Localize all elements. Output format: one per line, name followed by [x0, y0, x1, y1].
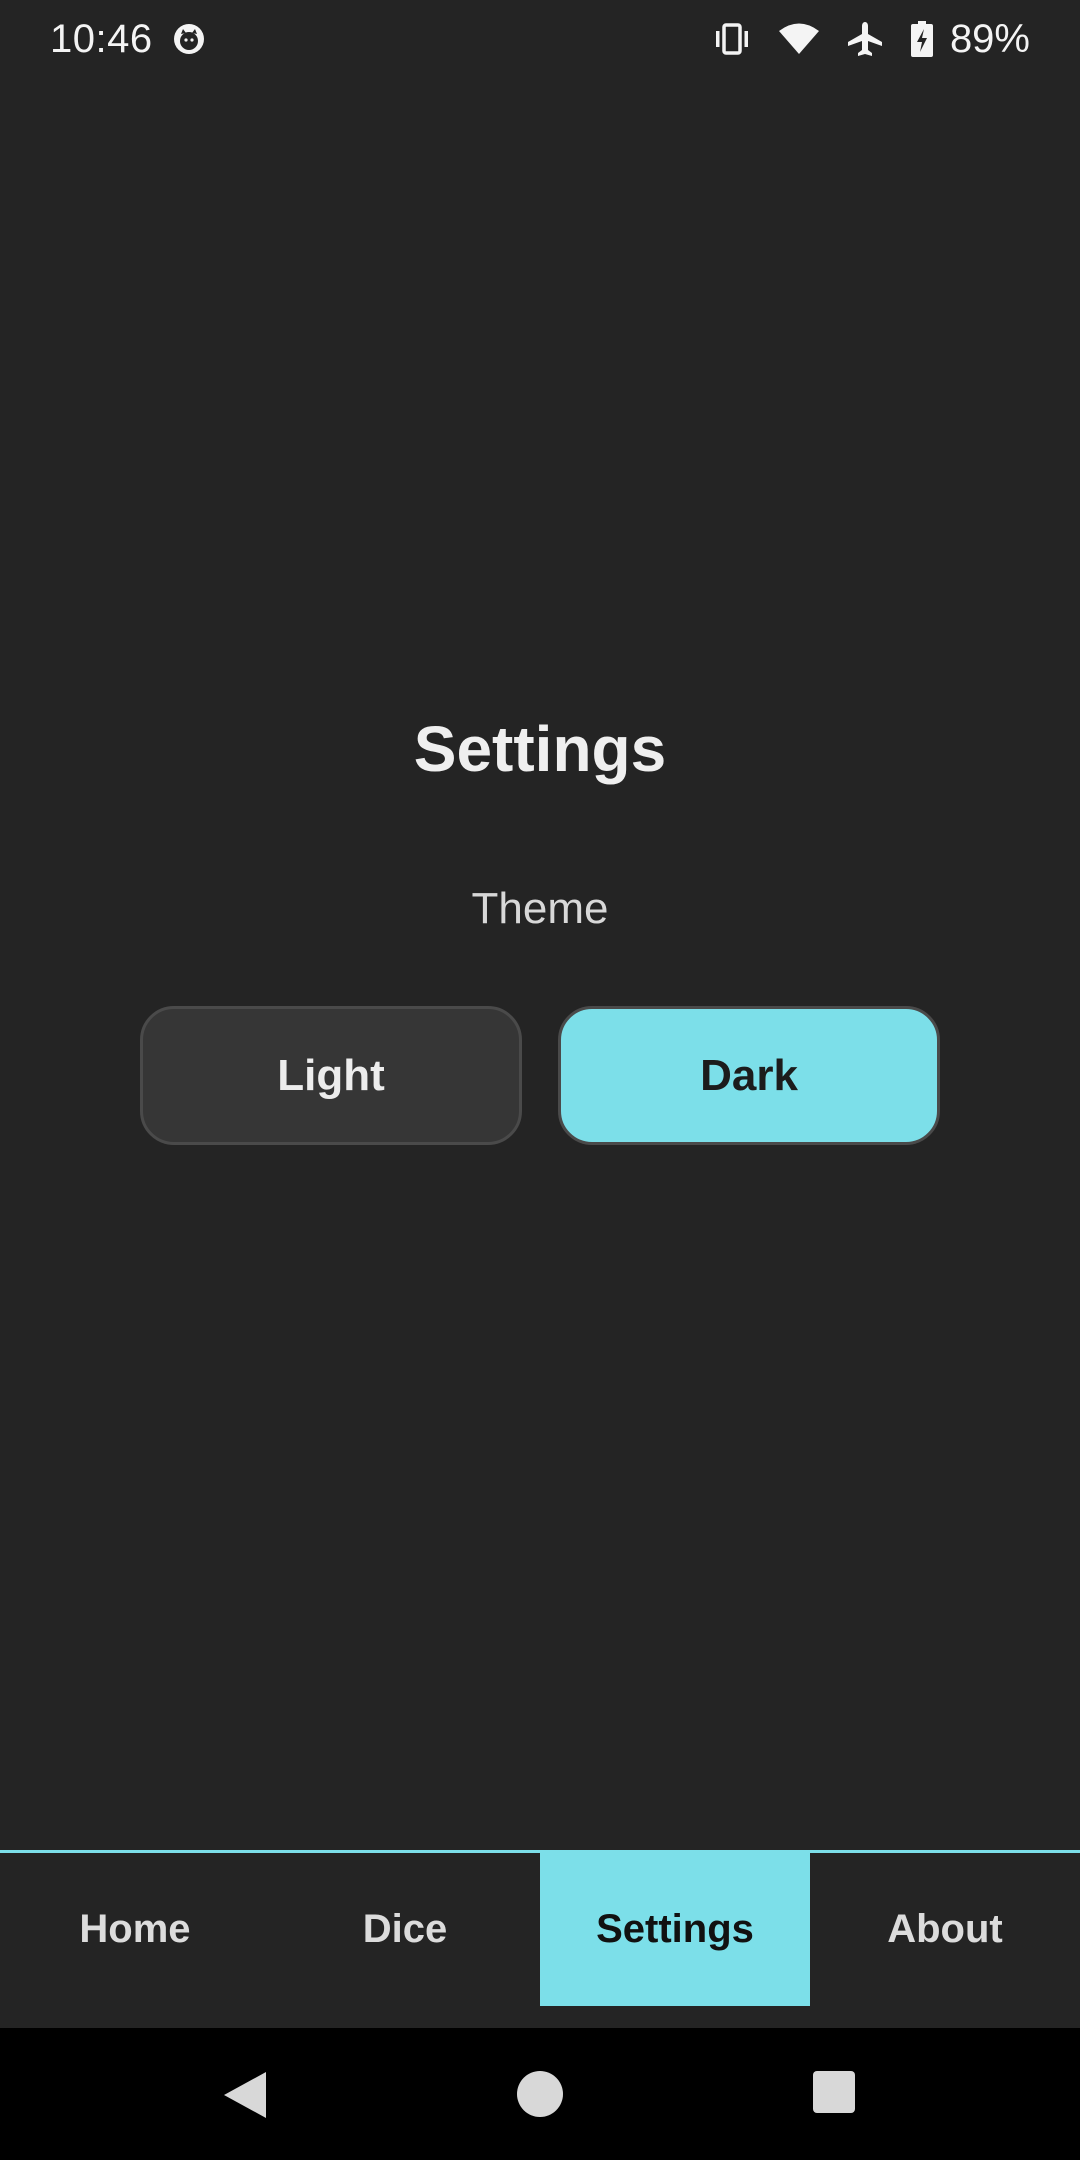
airplane-icon	[846, 20, 884, 58]
nav-item-dice-label: Dice	[362, 1907, 448, 1951]
recents-icon[interactable]	[812, 2070, 856, 2119]
nav-item-home[interactable]: Home	[0, 1853, 270, 2006]
nav-item-dice[interactable]: Dice	[270, 1853, 540, 2006]
home-icon[interactable]	[516, 2070, 564, 2123]
status-time: 10:46	[50, 16, 153, 61]
dark-theme-button-label: Dark	[700, 1050, 798, 1100]
cat-face-icon	[171, 21, 207, 57]
nav-item-settings[interactable]: Settings	[540, 1853, 810, 2006]
battery-percent: 89%	[949, 16, 1030, 61]
bottom-nav: Home Dice Settings About	[0, 1850, 1080, 2028]
nav-item-about-label: About	[887, 1907, 1003, 1951]
nav-item-about[interactable]: About	[810, 1853, 1080, 2006]
back-icon[interactable]	[222, 2070, 268, 2125]
wifi-icon	[778, 22, 820, 56]
nav-item-settings-label: Settings	[596, 1907, 754, 1951]
settings-screen: 10:46 89% Settings Theme Light Dark Home…	[0, 0, 1080, 2160]
nav-item-home-label: Home	[79, 1907, 191, 1951]
dark-theme-button[interactable]: Dark	[558, 1006, 940, 1145]
light-theme-button[interactable]: Light	[140, 1006, 522, 1145]
vibrate-icon	[712, 22, 752, 56]
status-right: 89%	[712, 17, 1030, 62]
status-bar: 10:46 89%	[0, 0, 1080, 78]
status-left: 10:46	[50, 17, 207, 62]
light-theme-button-label: Light	[277, 1050, 385, 1100]
battery-charging-icon	[910, 20, 934, 58]
theme-label: Theme	[471, 884, 609, 933]
page-title: Settings	[413, 713, 667, 785]
system-nav-bar	[0, 2028, 1080, 2160]
